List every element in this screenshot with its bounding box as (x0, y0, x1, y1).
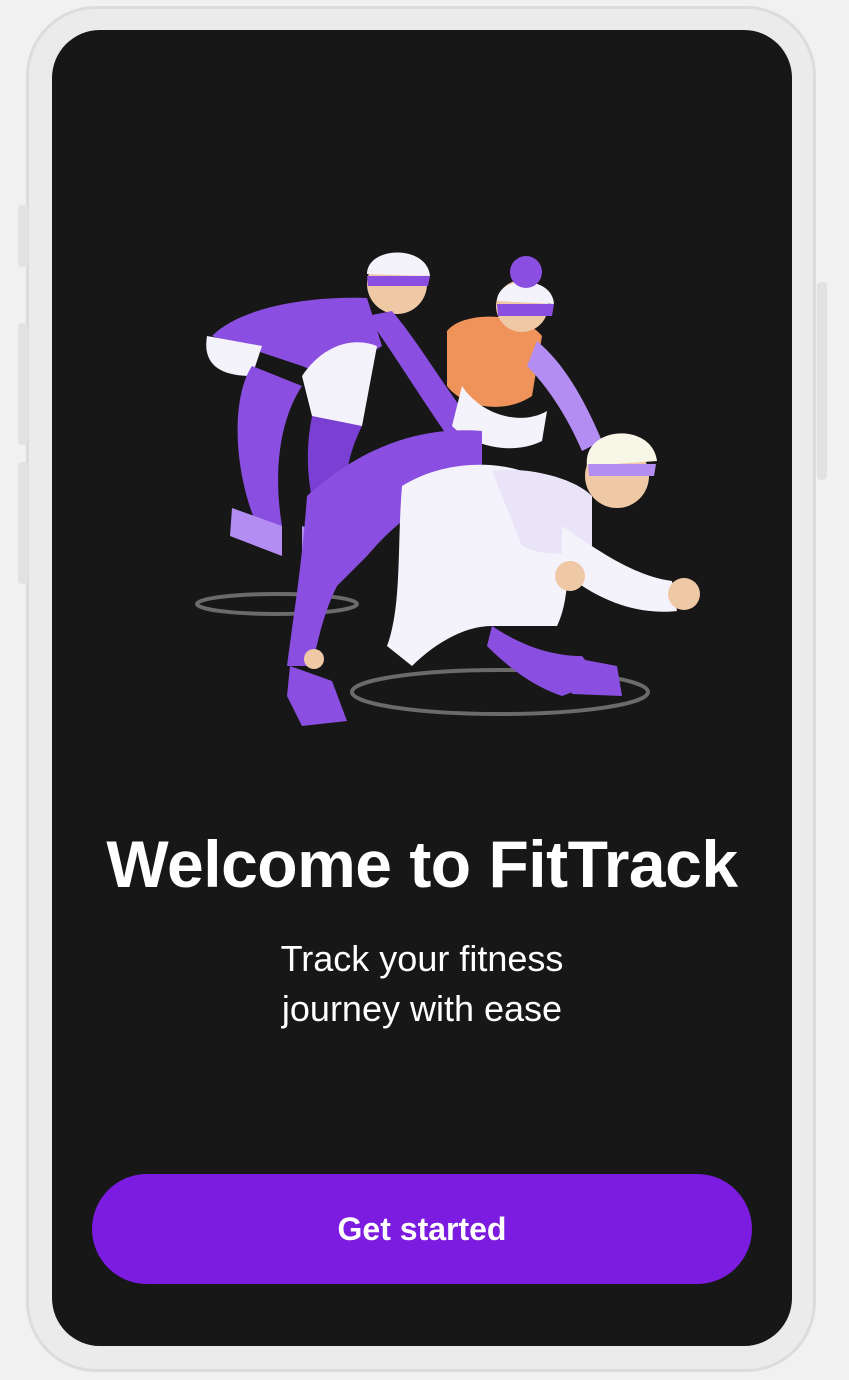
floor-ring-back (195, 592, 359, 616)
subtitle-line-2: journey with ease (281, 988, 563, 1029)
phone-side-button-left-2 (18, 323, 28, 445)
page-subtitle: Track your fitness journey with ease (222, 934, 622, 1034)
get-started-button[interactable]: Get started (92, 1174, 752, 1284)
runner-front (287, 430, 700, 726)
phone-side-button-left-1 (18, 205, 28, 267)
subtitle-line-1: Track your fitness (280, 938, 564, 979)
runner-middle (447, 256, 602, 451)
page-title: Welcome to FitTrack (106, 827, 738, 901)
phone-side-button-right (817, 282, 827, 480)
phone-side-button-left-3 (18, 462, 28, 584)
group-exercise-illustration-icon (195, 252, 700, 726)
welcome-screen: Welcome to FitTrack Track your fitness j… (52, 30, 792, 1346)
